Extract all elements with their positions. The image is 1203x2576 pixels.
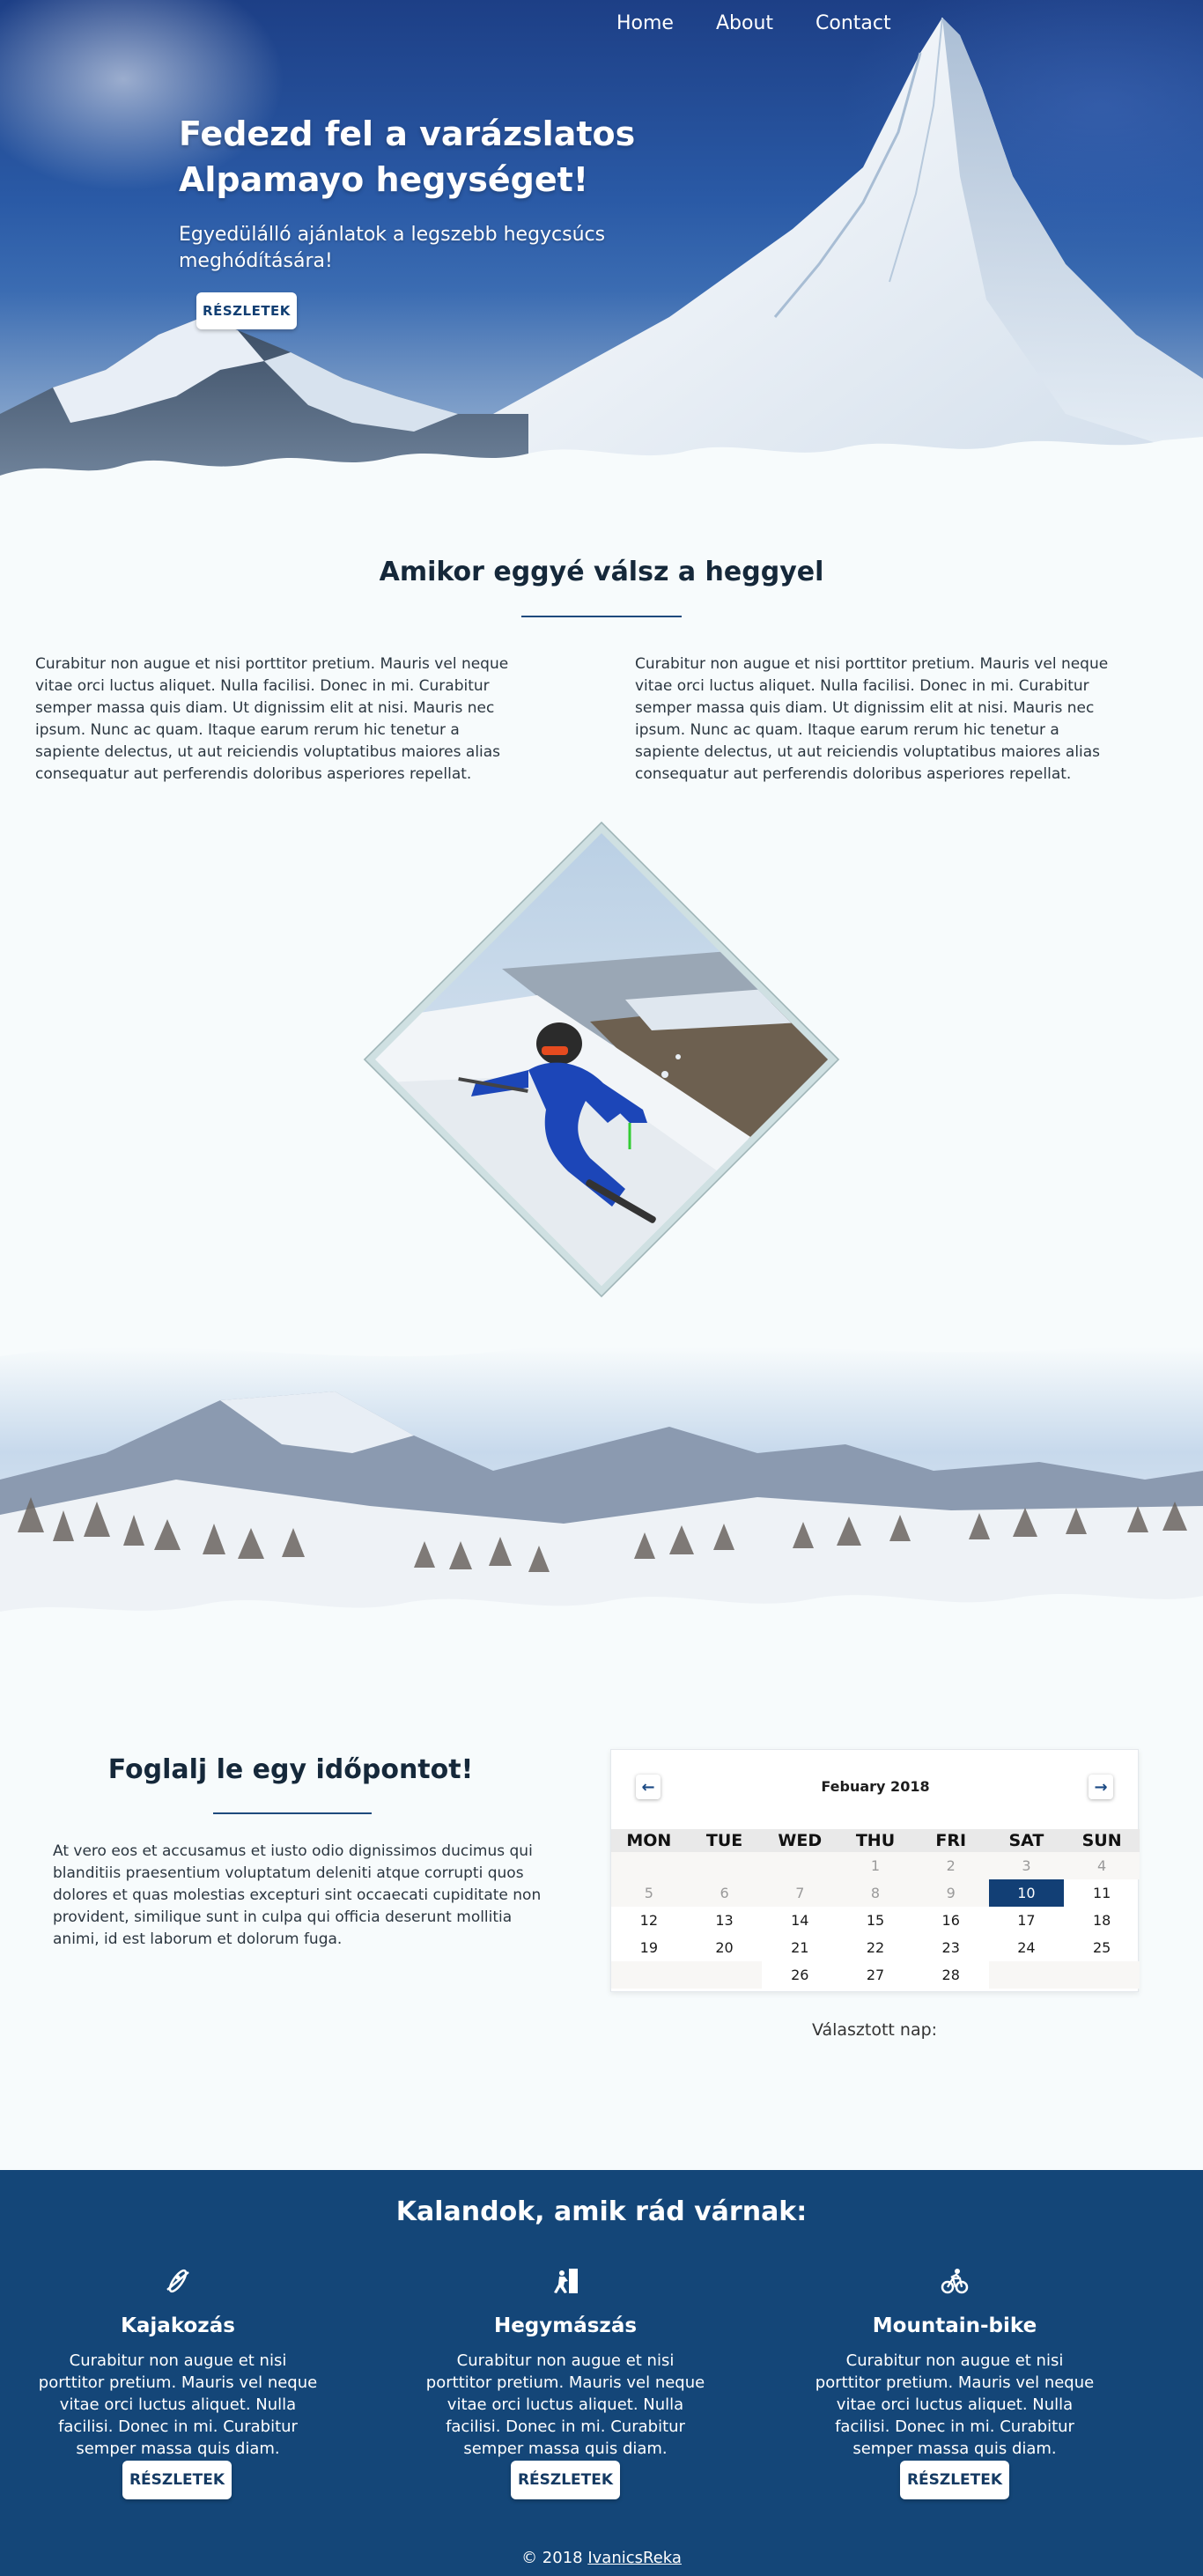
calendar-day[interactable]: 23 — [913, 1934, 989, 1961]
calendar-week-row: 1234 — [611, 1852, 1140, 1879]
calendar-grid: MON TUE WED THU FRI SAT SUN 1 2 3 4 5 6 7 8 9 10 1… — [611, 1829, 1140, 1989]
calendar-day: 5 — [611, 1879, 687, 1907]
calendar-empty-cell — [686, 1852, 763, 1879]
calendar-day[interactable]: 26 — [762, 1961, 838, 1989]
footer: © 2018 IvanicsReka — [0, 2549, 1203, 2567]
adventures-title: Kalandok, amik rád várnak: — [395, 2196, 808, 2227]
calendar-day[interactable]: 17 — [989, 1907, 1065, 1934]
main-nav: Home About Contact — [616, 12, 891, 34]
calendar-day[interactable]: 12 — [611, 1907, 687, 1934]
calendar-day: 4 — [1064, 1852, 1140, 1879]
adventure-text: Curabitur non augue et nisi porttitor pr… — [38, 2351, 318, 2458]
booking-text: At vero eos et accusamus et iusto odio d… — [53, 1842, 542, 1948]
calendar-weekday-row: MON TUE WED THU FRI SAT SUN — [611, 1829, 1140, 1852]
weekday-label: FRI — [935, 1831, 967, 1850]
calendar-empty-cell — [988, 1961, 1065, 1989]
calendar-empty-cell — [1064, 1961, 1140, 1989]
selected-day-caption: Választott nap: — [811, 2020, 938, 2040]
calendar-day[interactable]: 22 — [838, 1934, 913, 1961]
calendar-day[interactable]: 28 — [913, 1961, 989, 1989]
kayak-details-button[interactable]: RÉSZLETEK — [122, 2461, 232, 2499]
nav-about-link[interactable]: About — [716, 12, 773, 34]
calendar-weeks: 1 2 3 4 5 6 7 8 9 10 11 12 13 14 15 16 17 18 19 20 21 22 23 24 2… — [611, 1852, 1140, 1989]
calendar-day: 9 — [912, 1879, 989, 1907]
hero-title: Fedezd fel a varázslatos Alpamayo hegysé… — [179, 114, 636, 199]
booking-title: Foglalj le egy időpontot! — [107, 1754, 474, 1785]
hero-details-button[interactable]: RÉSZLETEK — [196, 292, 297, 329]
kayak-icon — [166, 2269, 189, 2293]
adventures-section: Kalandok, amik rád várnak: Kajakozás Cur… — [0, 2170, 1203, 2576]
calendar-day[interactable]: 24 — [989, 1934, 1065, 1961]
snowy-forest-image — [0, 1321, 1203, 1673]
calendar-day[interactable]: 27 — [838, 1961, 913, 1989]
nav-contact-link[interactable]: Contact — [816, 12, 891, 34]
calendar-empty-cell — [686, 1961, 763, 1989]
calendar-day[interactable]: 11 — [1064, 1879, 1140, 1907]
calendar-day[interactable]: 13 — [687, 1907, 763, 1934]
calendar-day[interactable]: 16 — [913, 1907, 989, 1934]
weekday-label: SAT — [1008, 1831, 1044, 1850]
calendar-day[interactable]: 14 — [762, 1907, 838, 1934]
calendar-day-selected[interactable]: 10 — [988, 1879, 1065, 1907]
calendar-empty-cell — [762, 1852, 838, 1879]
calendar-day: 2 — [912, 1852, 989, 1879]
adventure-card-kayak: Kajakozás Curabitur non augue et nisi po… — [19, 2267, 336, 2460]
calendar-day: 3 — [988, 1852, 1065, 1879]
calendar-month-label: Febuary 2018 — [821, 1778, 930, 1795]
calendar-day: 1 — [838, 1852, 913, 1879]
nav-home-link[interactable]: Home — [616, 12, 674, 34]
intro-text-left: Curabitur non augue et nisi porttitor pr… — [35, 655, 509, 783]
calendar-week-row: 12 13 14 15 16 17 18 — [611, 1907, 1140, 1934]
calendar-day: 7 — [762, 1879, 838, 1907]
calendar-day[interactable]: 15 — [838, 1907, 913, 1934]
adventure-text: Curabitur non augue et nisi porttitor pr… — [815, 2351, 1095, 2458]
mountain-bike-icon — [941, 2269, 969, 2294]
calendar-day[interactable]: 19 — [611, 1934, 687, 1961]
footer-author-link[interactable]: IvanicsReka — [587, 2549, 682, 2567]
weekday-label: MON — [626, 1831, 672, 1850]
weekday-label: WED — [778, 1831, 823, 1850]
calendar-day[interactable]: 25 — [1064, 1934, 1140, 1961]
bike-details-button[interactable]: RÉSZLETEK — [900, 2461, 1009, 2499]
calendar-week-row: 26 27 28 — [611, 1961, 1140, 1989]
footer-copyright: © 2018 — [521, 2549, 583, 2567]
weekday-label: SUN — [1081, 1831, 1122, 1850]
adventure-card-climbing: Hegymászás Curabitur non augue et nisi p… — [407, 2267, 724, 2460]
adventure-title: Kajakozás — [121, 2314, 235, 2337]
calendar-day[interactable]: 20 — [687, 1934, 763, 1961]
calendar-day: 8 — [838, 1879, 913, 1907]
adventure-title: Hegymászás — [493, 2314, 638, 2337]
hero-section: Home About Contact Fedezd fel a varázsla… — [0, 0, 1203, 528]
calendar-week-row: 19 20 21 22 23 24 25 — [611, 1934, 1140, 1961]
intro-title: Amikor eggyé válsz a heggyel — [379, 557, 824, 587]
calendar-empty-cell — [611, 1961, 687, 1989]
booking-calendar: ← Febuary 2018 → MON TUE WED THU FRI SAT… — [610, 1749, 1140, 1992]
booking-divider — [213, 1812, 372, 1814]
adventure-title: Mountain-bike — [872, 2314, 1037, 2337]
hero-subtitle: Egyedülálló ajánlatok a legszebb hegycsú… — [179, 224, 606, 272]
intro-text-right: Curabitur non augue et nisi porttitor pr… — [635, 655, 1109, 783]
calendar-header: ← Febuary 2018 → — [611, 1750, 1140, 1829]
skier-diamond-image — [361, 819, 842, 1300]
adventure-card-bike: Mountain-bike Curabitur non augue et nis… — [796, 2267, 1113, 2460]
calendar-empty-cell — [611, 1852, 687, 1879]
calendar-day: 6 — [686, 1879, 763, 1907]
weekday-label: TUE — [705, 1831, 743, 1850]
calendar-day[interactable]: 21 — [762, 1934, 838, 1961]
weekday-label: THU — [855, 1831, 896, 1850]
intro-divider — [521, 616, 682, 617]
climbing-icon — [554, 2269, 578, 2293]
calendar-week-row: 5 6 7 8 9 10 11 — [611, 1879, 1140, 1907]
climbing-details-button[interactable]: RÉSZLETEK — [511, 2461, 620, 2499]
adventure-text: Curabitur non augue et nisi porttitor pr… — [425, 2351, 705, 2458]
calendar-day[interactable]: 18 — [1064, 1907, 1140, 1934]
arrow-right-icon[interactable]: → — [1089, 1775, 1113, 1799]
